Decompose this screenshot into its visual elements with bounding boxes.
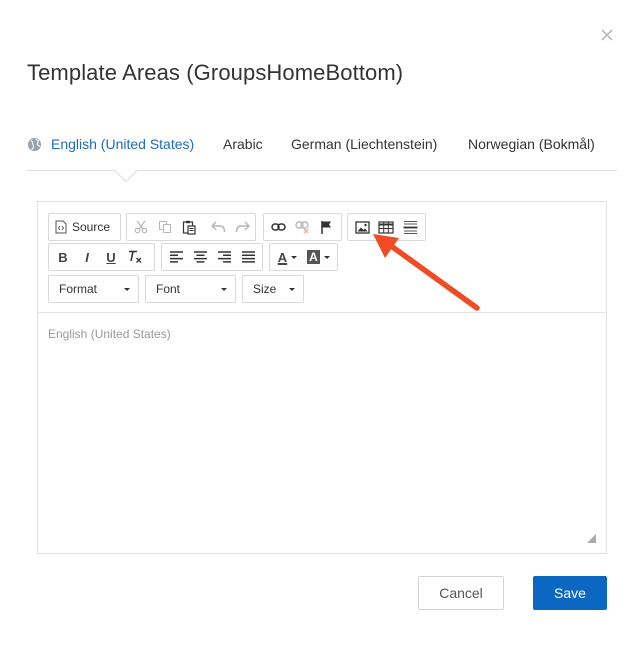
remove-format-icon [129, 250, 142, 263]
colors-group: A A [269, 243, 338, 271]
annotation-arrow-icon [373, 234, 480, 311]
background-color-label: A [307, 250, 320, 264]
tab-english-united-states[interactable]: English (United States) [51, 136, 194, 152]
bold-label: B [58, 249, 68, 265]
background-color-caret-icon [323, 255, 330, 259]
format-caret-icon [124, 287, 130, 291]
size-label: Size [253, 282, 277, 296]
resize-handle[interactable] [587, 534, 596, 543]
globe-icon [27, 137, 42, 152]
italic-label: I [85, 249, 89, 265]
link-icon [270, 223, 286, 231]
clipboard-group [126, 213, 212, 241]
text-color-button[interactable]: A [272, 245, 303, 269]
history-group [204, 213, 256, 241]
cut-button[interactable] [129, 215, 153, 239]
align-right-icon [217, 251, 231, 263]
font-label: Font [156, 282, 181, 296]
link-group [263, 213, 342, 241]
align-right-button[interactable] [212, 245, 236, 269]
undo-icon [210, 221, 225, 233]
source-icon [55, 220, 67, 234]
source-button[interactable]: Source [51, 215, 114, 239]
text-color-caret-icon [291, 255, 298, 259]
align-left-button[interactable] [164, 245, 188, 269]
editor-toolbar: Source B I U A A Format Font Size [38, 202, 606, 313]
underline-button[interactable]: U [99, 245, 123, 269]
link-button[interactable] [266, 215, 290, 239]
size-dropdown[interactable]: Size [242, 275, 304, 303]
undo-button[interactable] [206, 215, 230, 239]
flag-icon [320, 220, 331, 234]
font-dropdown[interactable]: Font [145, 275, 236, 303]
editor-content-area[interactable]: English (United States) [38, 314, 606, 553]
alignment-group [161, 243, 263, 271]
tab-arabic[interactable]: Arabic [223, 136, 263, 152]
font-caret-icon [221, 287, 227, 291]
paste-button[interactable] [177, 215, 201, 239]
scissors-icon [134, 220, 148, 234]
background-color-button[interactable]: A [303, 245, 334, 269]
unlink-icon [294, 221, 309, 233]
underline-label: U [106, 249, 116, 265]
basic-styles-group: B I U [48, 243, 155, 271]
format-label: Format [59, 282, 98, 296]
text-color-label: A [277, 249, 288, 265]
bold-button[interactable]: B [51, 245, 75, 269]
rich-text-editor: Source B I U A A Format Font Size Englis… [37, 201, 607, 554]
unlink-button[interactable] [290, 215, 314, 239]
format-dropdown[interactable]: Format [48, 275, 139, 303]
copy-icon [159, 221, 171, 233]
size-caret-icon [289, 287, 295, 291]
align-center-button[interactable] [188, 245, 212, 269]
align-center-icon [193, 251, 207, 263]
save-button[interactable]: Save [533, 576, 607, 610]
paste-icon [182, 220, 196, 235]
redo-icon [235, 221, 250, 233]
copy-button[interactable] [153, 215, 177, 239]
tab-german-liechtenstein[interactable]: German (Liechtenstein) [291, 136, 437, 152]
align-left-icon [169, 251, 183, 263]
cancel-button[interactable]: Cancel [418, 576, 504, 610]
close-button[interactable] [600, 28, 618, 46]
source-label: Source [72, 220, 111, 234]
tab-norwegian-bokmal[interactable]: Norwegian (Bokmål) [468, 136, 595, 152]
close-icon [601, 29, 613, 41]
dialog-title: Template Areas (GroupsHomeBottom) [27, 60, 404, 85]
italic-button[interactable]: I [75, 245, 99, 269]
language-tabs: English (United States) Arabic German (L… [27, 128, 617, 183]
remove-format-button[interactable] [123, 245, 147, 269]
anchor-button[interactable] [314, 215, 338, 239]
editor-placeholder: English (United States) [48, 327, 171, 341]
active-tab-indicator [114, 159, 138, 183]
justify-button[interactable] [236, 245, 260, 269]
redo-button[interactable] [230, 215, 254, 239]
source-group: Source [48, 213, 121, 241]
justify-icon [241, 251, 255, 263]
